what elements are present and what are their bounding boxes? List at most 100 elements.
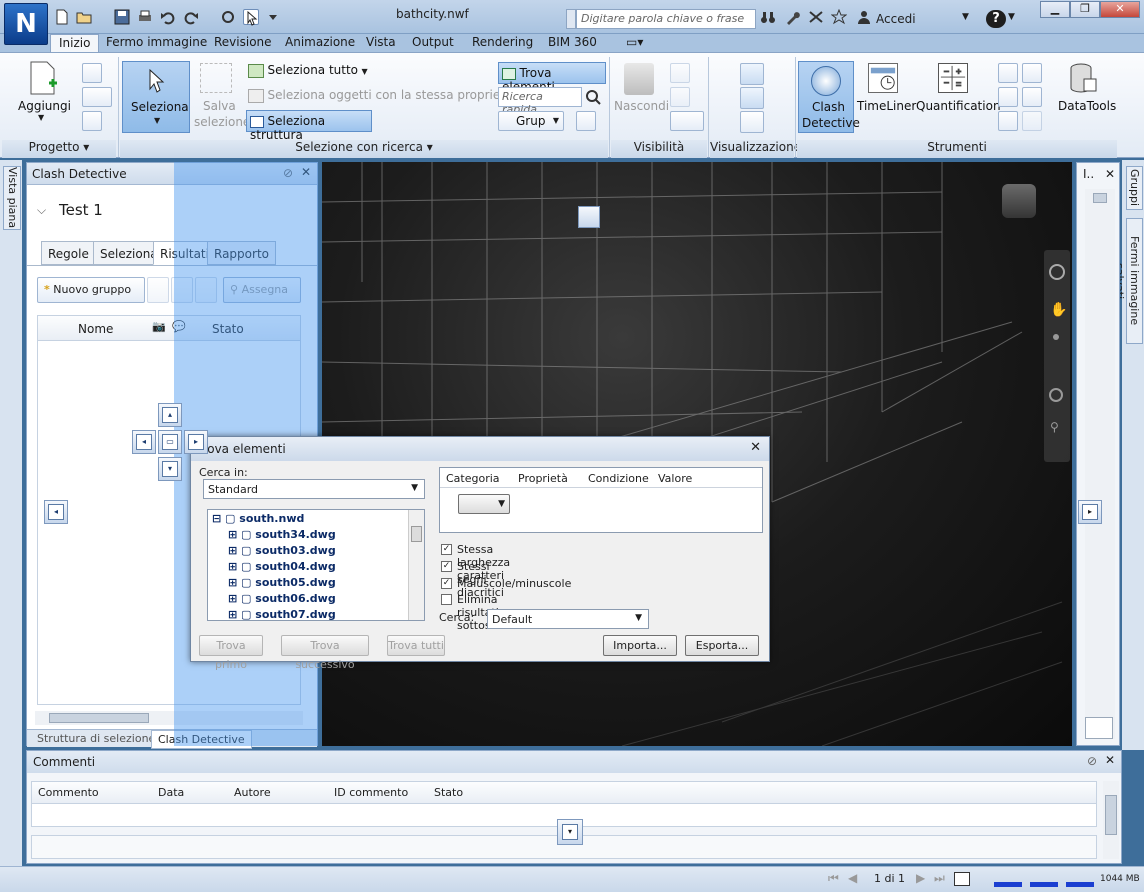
quick-find-input[interactable]: Ricerca rapida — [498, 87, 582, 116]
first-page-icon[interactable]: ⏮ — [828, 871, 839, 886]
timeliner-button[interactable]: TimeLiner — [857, 99, 916, 113]
check-case[interactable]: ✓ — [441, 578, 452, 589]
tab-rendering[interactable]: Rendering — [464, 34, 541, 52]
col-nome[interactable]: Nome — [78, 322, 113, 336]
appearance-profiler-icon[interactable] — [998, 87, 1018, 107]
check-same-width[interactable]: ✓ — [441, 544, 452, 555]
select-tree-button[interactable]: Seleziona struttura — [246, 110, 372, 142]
tree-item[interactable]: ⊞ ▢ south03.dwg — [228, 544, 336, 560]
redo-icon[interactable] — [183, 9, 199, 25]
prev-page-icon[interactable]: ◀ — [848, 871, 857, 885]
scroll-thumb[interactable] — [49, 713, 149, 723]
quick-access-dropdown-icon[interactable] — [265, 9, 281, 25]
quantification-button[interactable]: Quantification — [916, 99, 1001, 113]
close-window-button[interactable]: ✕ — [1100, 1, 1140, 18]
side-tab-fermi-immagine[interactable]: Fermi immagine salvati — [1113, 218, 1143, 344]
tab-inizio[interactable]: Inizio — [50, 34, 100, 52]
communication-icon[interactable] — [808, 9, 824, 25]
col-proprieta[interactable]: Proprietà — [518, 472, 568, 485]
check-prune[interactable] — [441, 594, 452, 605]
refresh-icon[interactable] — [220, 9, 236, 25]
sets-dropdown[interactable]: Grup ▼ — [498, 111, 564, 131]
dock-compass-center[interactable]: ▭ — [158, 430, 182, 454]
search-expand-arrow[interactable] — [566, 9, 576, 29]
col-stato-commento[interactable]: Stato — [434, 786, 463, 799]
manage-sets-icon[interactable] — [576, 111, 596, 131]
animator-icon[interactable] — [1022, 63, 1042, 83]
ribbon-options-icon[interactable]: ▭▾ — [618, 34, 651, 52]
tree-root[interactable]: ⊟ ▢ south.nwd — [212, 512, 304, 528]
selection-tree[interactable]: ⊟ ▢ south.nwd ⊞ ▢ south34.dwg ⊞ ▢ south0… — [207, 509, 425, 621]
col-id-commento[interactable]: ID commento — [334, 786, 408, 799]
sign-in-link[interactable]: Accedi — [876, 12, 916, 26]
tree-scrollbar[interactable] — [408, 510, 424, 620]
save-selection-icon[interactable] — [200, 63, 232, 93]
dock-compass-left[interactable]: ◂ — [132, 430, 156, 454]
export-button[interactable]: Esporta... — [685, 635, 759, 656]
wrench-icon[interactable] — [785, 9, 801, 25]
search-mode-select[interactable]: Default ▼ — [487, 609, 649, 629]
dock-compass-right[interactable]: ▸ — [184, 430, 208, 454]
tree-scroll-thumb[interactable] — [411, 526, 422, 542]
undo-icon[interactable] — [160, 9, 176, 25]
tree-item[interactable]: ⊞ ▢ south34.dwg — [228, 528, 336, 544]
dock-compass-bottom[interactable]: ▾ — [158, 457, 182, 481]
quick-find-icon[interactable] — [584, 88, 602, 106]
find-first-button[interactable]: Trova primo — [199, 635, 263, 671]
side-tab-gruppi[interactable]: Gruppi — [1126, 166, 1143, 210]
dock-target-top[interactable] — [578, 206, 600, 228]
reset-all-icon[interactable] — [82, 87, 112, 107]
new-group-button[interactable]: * Nuovo gruppo — [37, 277, 145, 303]
select-button[interactable]: Seleziona ▼ — [122, 61, 190, 133]
col-categoria[interactable]: Categoria — [446, 472, 500, 485]
viewcube-icon[interactable] — [1002, 184, 1036, 218]
datatools-button[interactable]: DataTools — [1058, 99, 1116, 113]
sign-in-dropdown-icon[interactable]: ▼ — [962, 12, 969, 22]
user-icon[interactable] — [856, 9, 872, 25]
props-resize-box[interactable] — [1085, 717, 1113, 739]
datatools-icon[interactable] — [1068, 63, 1098, 95]
timeliner-icon[interactable] — [868, 63, 898, 93]
category-dropdown[interactable]: ▼ — [458, 494, 510, 514]
autodesk-rendering-icon[interactable] — [1022, 111, 1042, 131]
col-autore[interactable]: Autore — [234, 786, 271, 799]
new-file-icon[interactable] — [54, 9, 70, 25]
comments-close-icon[interactable]: ✕ — [1105, 753, 1115, 767]
check-diacritics[interactable]: ✓ — [441, 561, 452, 572]
comments-scroll-thumb[interactable] — [1105, 795, 1117, 835]
hide-icon[interactable] — [624, 63, 654, 95]
collapse-chevron-icon[interactable]: ⌵ — [37, 203, 46, 218]
tab-bim-360[interactable]: BIM 360 — [540, 34, 605, 52]
last-page-icon[interactable]: ⏭ — [934, 871, 945, 886]
tab-output[interactable]: Output — [404, 34, 462, 52]
unhide-all-icon[interactable] — [670, 111, 704, 131]
open-file-icon[interactable] — [76, 9, 92, 25]
look-icon[interactable]: ⚲ — [1050, 420, 1059, 434]
find-items-button[interactable]: Trova elementi — [498, 62, 606, 94]
dock-target-right[interactable]: ▸ — [1078, 500, 1102, 524]
side-tab-vista-piana[interactable]: Vista piana — [3, 166, 21, 230]
col-condizione[interactable]: Condizione — [588, 472, 649, 485]
zoom-icon[interactable] — [1053, 334, 1059, 340]
col-data[interactable]: Data — [158, 786, 184, 799]
file-options-icon[interactable] — [82, 111, 102, 131]
tree-item[interactable]: ⊞ ▢ south06.dwg — [228, 592, 336, 608]
quick-properties-icon[interactable] — [740, 87, 764, 109]
properties-icon[interactable] — [740, 111, 764, 133]
comments-scrollbar[interactable] — [1103, 781, 1119, 859]
find-all-button[interactable]: Trova tutti — [387, 635, 445, 656]
tab-vista[interactable]: Vista — [358, 34, 404, 52]
steering-wheel-icon[interactable] — [1049, 264, 1065, 280]
tree-item[interactable]: ⊞ ▢ south04.dwg — [228, 560, 336, 576]
tab-animazione[interactable]: Animazione — [277, 34, 363, 52]
select-same-row[interactable]: Seleziona oggetti con la stessa propriet… — [248, 88, 522, 103]
tab-struttura-selezione[interactable]: Struttura di selezione — [37, 732, 155, 745]
conditions-grid[interactable]: Categoria Proprietà Condizione Valore ▼ — [439, 467, 763, 533]
hide-unselected-icon[interactable] — [670, 87, 690, 107]
clash-detective-button[interactable]: Clash Detective — [798, 61, 860, 133]
search-input[interactable]: Digitare parola chiave o frase — [576, 9, 756, 29]
refresh-model-icon[interactable] — [82, 63, 102, 83]
tab-revisione[interactable]: Revisione — [206, 34, 280, 52]
next-page-icon[interactable]: ▶ — [916, 871, 925, 885]
compare-icon[interactable] — [998, 63, 1018, 83]
